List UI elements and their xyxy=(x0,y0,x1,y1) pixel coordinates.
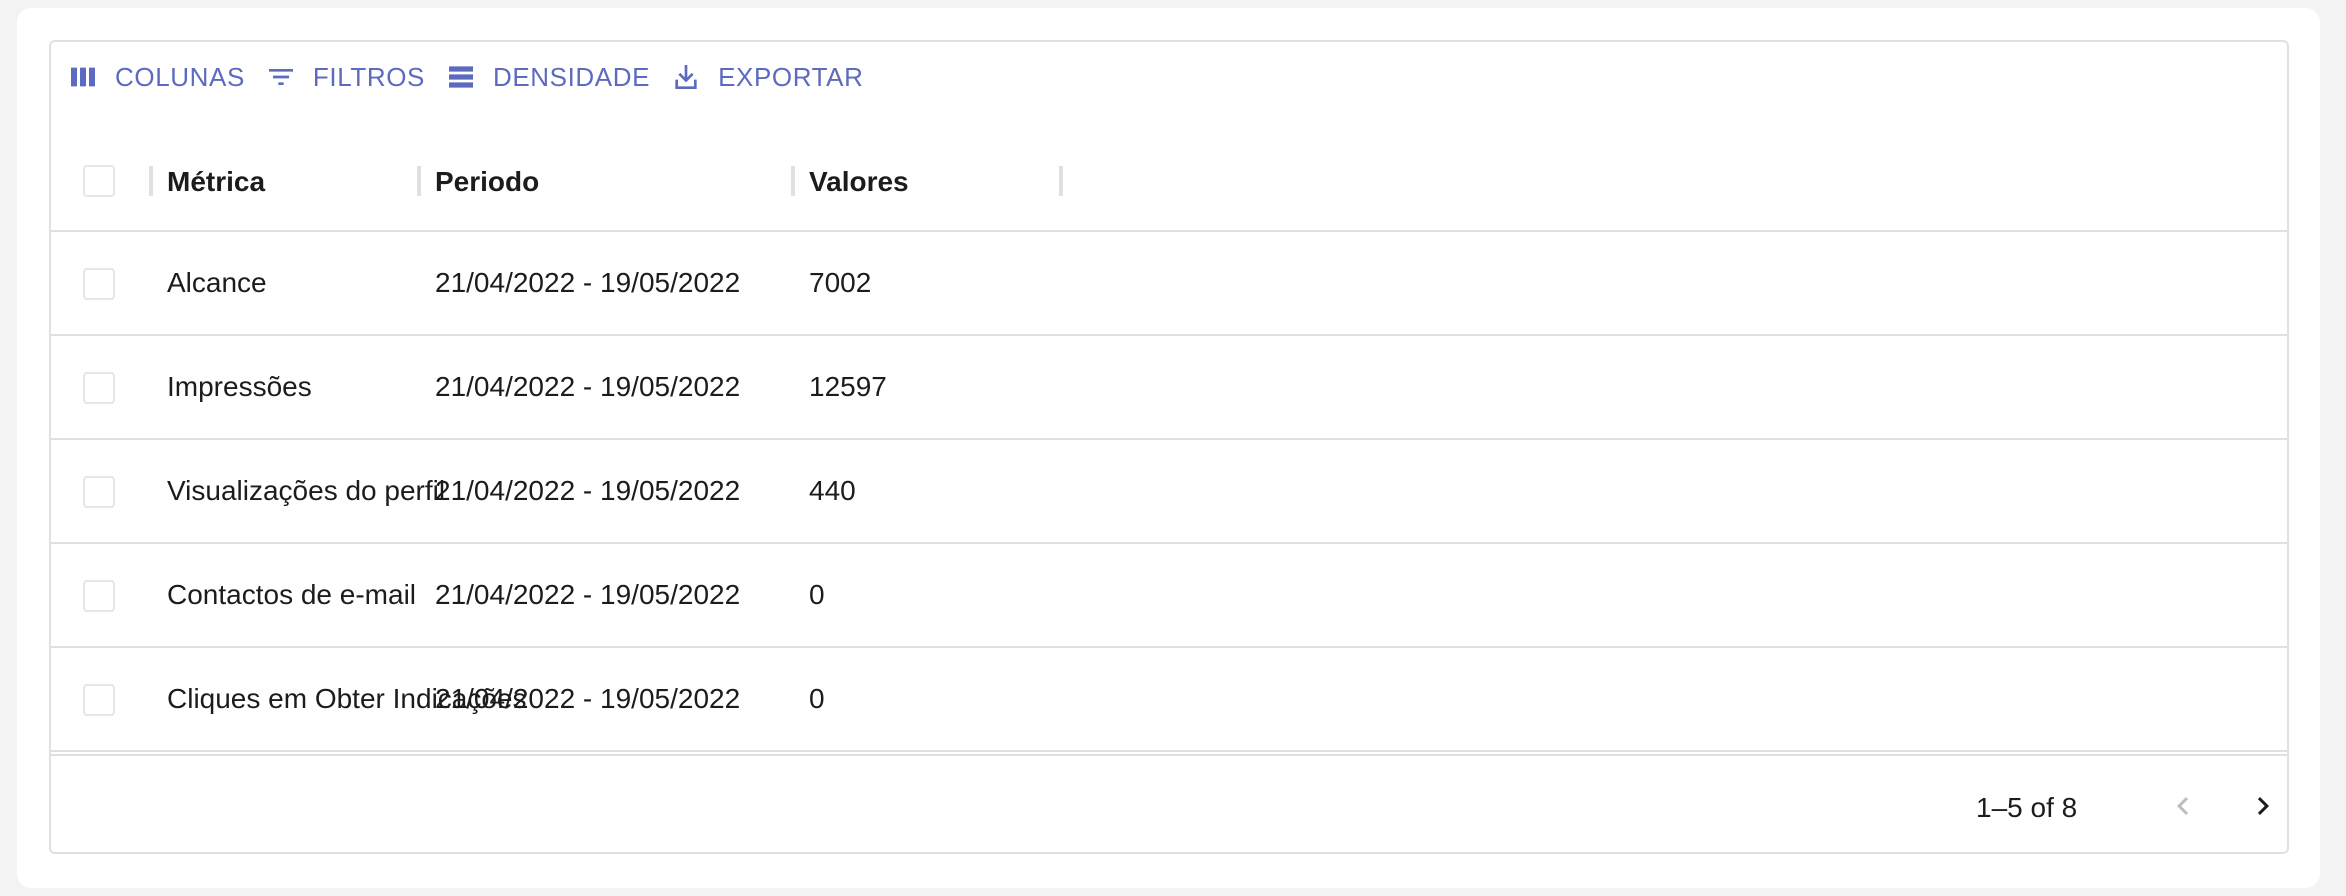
columns-button[interactable]: COLUNAS xyxy=(67,55,245,99)
row-checkbox[interactable] xyxy=(83,684,115,716)
cell-value: 7002 xyxy=(809,267,872,298)
density-icon xyxy=(445,61,477,93)
table-row[interactable]: Contactos de e-mail 21/04/2022 - 19/05/2… xyxy=(51,544,2287,648)
filter-list-icon xyxy=(265,61,297,93)
row-checkbox[interactable] xyxy=(83,268,115,300)
cell-metric: Alcance xyxy=(167,267,267,298)
chevron-left-icon xyxy=(2177,797,2189,815)
table-row[interactable]: Alcance 21/04/2022 - 19/05/2022 7002 xyxy=(51,232,2287,336)
row-checkbox[interactable] xyxy=(83,372,115,404)
pagination-label: 1–5 of 8 xyxy=(1976,792,2078,823)
column-separator[interactable] xyxy=(1059,166,1063,196)
view-column-icon xyxy=(67,61,99,93)
next-page-button[interactable] xyxy=(2241,784,2285,828)
columns-label: COLUNAS xyxy=(115,61,245,92)
export-button[interactable]: EXPORTAR xyxy=(670,55,863,99)
cell-period: 21/04/2022 - 19/05/2022 xyxy=(435,371,741,402)
filters-label: FILTROS xyxy=(312,61,425,92)
cell-metric: Visualizações do perfil xyxy=(167,475,446,506)
select-all-checkbox[interactable] xyxy=(83,165,115,197)
table-row[interactable]: Visualizações do perfil 21/04/2022 - 19/… xyxy=(51,440,2287,544)
cell-value: 12597 xyxy=(809,371,887,402)
download-icon xyxy=(670,61,702,93)
table-header: Métrica Periodo Valores xyxy=(51,134,2287,232)
header-period[interactable]: Periodo xyxy=(435,134,539,230)
density-button[interactable]: DENSIDADE xyxy=(445,55,650,99)
header-metric[interactable]: Métrica xyxy=(167,134,265,230)
row-checkbox[interactable] xyxy=(83,580,115,612)
row-checkbox[interactable] xyxy=(83,476,115,508)
density-label: DENSIDADE xyxy=(492,61,651,92)
chevron-right-icon xyxy=(2257,797,2269,815)
previous-page-button[interactable] xyxy=(2161,784,2205,828)
table-row[interactable]: Impressões 21/04/2022 - 19/05/2022 12597 xyxy=(51,336,2287,440)
cell-value: 0 xyxy=(809,579,825,610)
cell-value: 440 xyxy=(809,475,856,506)
grid-toolbar: COLUNAS FILTROS DENSIDADE EXPORTAR xyxy=(51,42,2287,112)
header-values[interactable]: Valores xyxy=(809,134,909,230)
grid-footer: 1–5 of 8 xyxy=(51,754,2287,852)
column-separator[interactable] xyxy=(149,166,153,196)
cell-value: 0 xyxy=(809,683,825,714)
export-label: EXPORTAR xyxy=(718,61,864,92)
column-separator[interactable] xyxy=(791,166,795,196)
card-container: COLUNAS FILTROS DENSIDADE EXPORTAR Métri… xyxy=(17,8,2320,888)
cell-period: 21/04/2022 - 19/05/2022 xyxy=(435,267,741,298)
cell-period: 21/04/2022 - 19/05/2022 xyxy=(435,683,741,714)
data-grid: COLUNAS FILTROS DENSIDADE EXPORTAR Métri… xyxy=(49,40,2289,854)
column-separator[interactable] xyxy=(417,166,421,196)
cell-metric: Impressões xyxy=(167,371,312,402)
table-row[interactable]: Cliques em Obter Indicações 21/04/2022 -… xyxy=(51,648,2287,752)
cell-period: 21/04/2022 - 19/05/2022 xyxy=(435,579,741,610)
cell-metric: Contactos de e-mail xyxy=(167,579,417,610)
cell-period: 21/04/2022 - 19/05/2022 xyxy=(435,475,741,506)
filters-button[interactable]: FILTROS xyxy=(265,55,425,99)
